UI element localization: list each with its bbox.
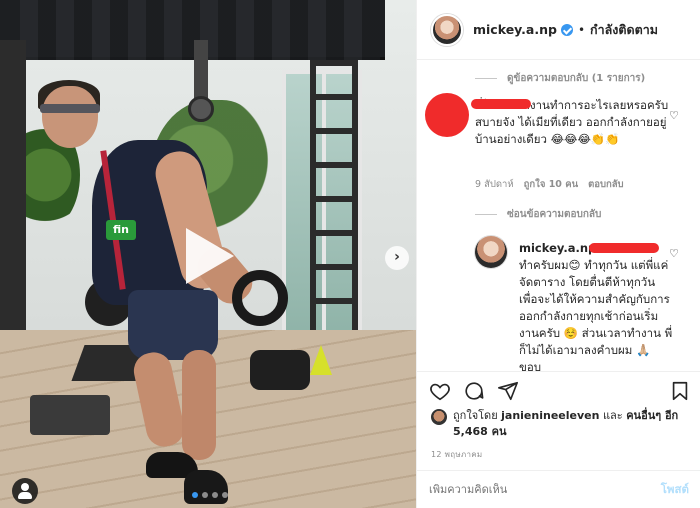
equipment-box <box>30 395 110 435</box>
divider-line <box>475 78 497 79</box>
liker-username[interactable]: janienineeleven <box>501 409 599 422</box>
comment-likes[interactable]: ถูกใจ 10 คน <box>524 177 578 192</box>
hide-replies-link[interactable]: ซ่อนข้อความตอบกลับ <box>475 207 601 222</box>
play-icon[interactable] <box>186 228 234 284</box>
post-media[interactable]: fin › <box>0 0 416 508</box>
comment-like-heart-icon[interactable]: ♡ <box>669 109 683 123</box>
header-separator: • <box>577 22 586 37</box>
awning <box>0 0 385 60</box>
view-replies-link[interactable]: ดูข้อความตอบกลับ (1 รายการ) <box>475 71 645 86</box>
following-button[interactable]: กำลังติดตาม <box>590 20 658 40</box>
post-side-panel: mickey.a.np • กำลังติดตาม ดูข้อความตอบกล… <box>416 0 700 508</box>
likes-middle: และ <box>602 409 623 422</box>
divider-line <box>475 214 497 215</box>
post-button[interactable]: โพสต์ <box>661 481 689 499</box>
next-arrow-icon[interactable]: › <box>385 246 409 270</box>
person-leg-right <box>182 350 216 460</box>
kettlebell <box>232 270 288 326</box>
header-username[interactable]: mickey.a.np <box>473 22 557 37</box>
carousel-dot <box>202 492 208 498</box>
likes-prefix: ถูกใจโดย <box>453 409 498 422</box>
avatar[interactable] <box>431 13 463 46</box>
carousel-dot <box>212 492 218 498</box>
reply-username[interactable]: mickey.a.np <box>519 241 596 255</box>
carousel-dot <box>222 492 228 498</box>
reply-text: ทำครับผม😊 ทำทุกวัน แต่พี่แค่จัดตาราง โดย… <box>519 258 673 371</box>
person-shorts <box>128 290 218 360</box>
hide-replies-label: ซ่อนข้อความตอบกลับ <box>507 209 602 220</box>
person-head <box>42 86 98 148</box>
likes-text: ถูกใจโดย janienineeleven และ คนอื่นๆ อีก… <box>453 408 691 440</box>
weights <box>250 350 310 390</box>
user-tag-icon[interactable] <box>12 478 38 504</box>
reply-avatar[interactable] <box>475 236 507 268</box>
headband <box>40 104 100 113</box>
comment-composer: โพสต์ <box>417 470 700 508</box>
redacted-username <box>471 99 531 109</box>
post-date[interactable]: 12 พฤษภาคม <box>431 448 483 461</box>
pulley-wheel <box>188 96 214 122</box>
heart-icon[interactable] <box>429 380 451 402</box>
verified-badge-icon <box>560 23 573 36</box>
reply-button[interactable]: ตอบกลับ <box>588 177 624 192</box>
comment-input[interactable] <box>429 483 661 496</box>
carousel-dots <box>180 492 240 500</box>
reply-like-heart-icon[interactable]: ♡ <box>669 247 679 260</box>
redacted-mention <box>589 243 659 253</box>
redacted-avatar <box>425 93 469 137</box>
carousel-dot-active <box>192 492 198 498</box>
comments-list: ดูข้อความตอบกลับ (1 รายการ) พี่ไม่ต้องทำ… <box>417 61 700 371</box>
post-header: mickey.a.np • กำลังติดตาม <box>417 0 700 60</box>
share-icon[interactable] <box>497 380 519 402</box>
comment-icon[interactable] <box>463 380 485 402</box>
comment-time: 9 สัปดาห์ <box>475 179 514 190</box>
shirt-badge: fin <box>106 220 136 240</box>
view-replies-label: ดูข้อความตอบกลับ (1 รายการ) <box>507 73 646 84</box>
liker-avatar[interactable] <box>431 409 447 425</box>
bookmark-icon[interactable] <box>669 380 691 402</box>
comment-meta: 9 สัปดาห์ ถูกใจ 10 คน ตอบกลับ <box>475 177 624 192</box>
action-bar <box>417 371 700 409</box>
likes-summary: ถูกใจโดย janienineeleven และ คนอื่นๆ อีก… <box>431 408 691 440</box>
